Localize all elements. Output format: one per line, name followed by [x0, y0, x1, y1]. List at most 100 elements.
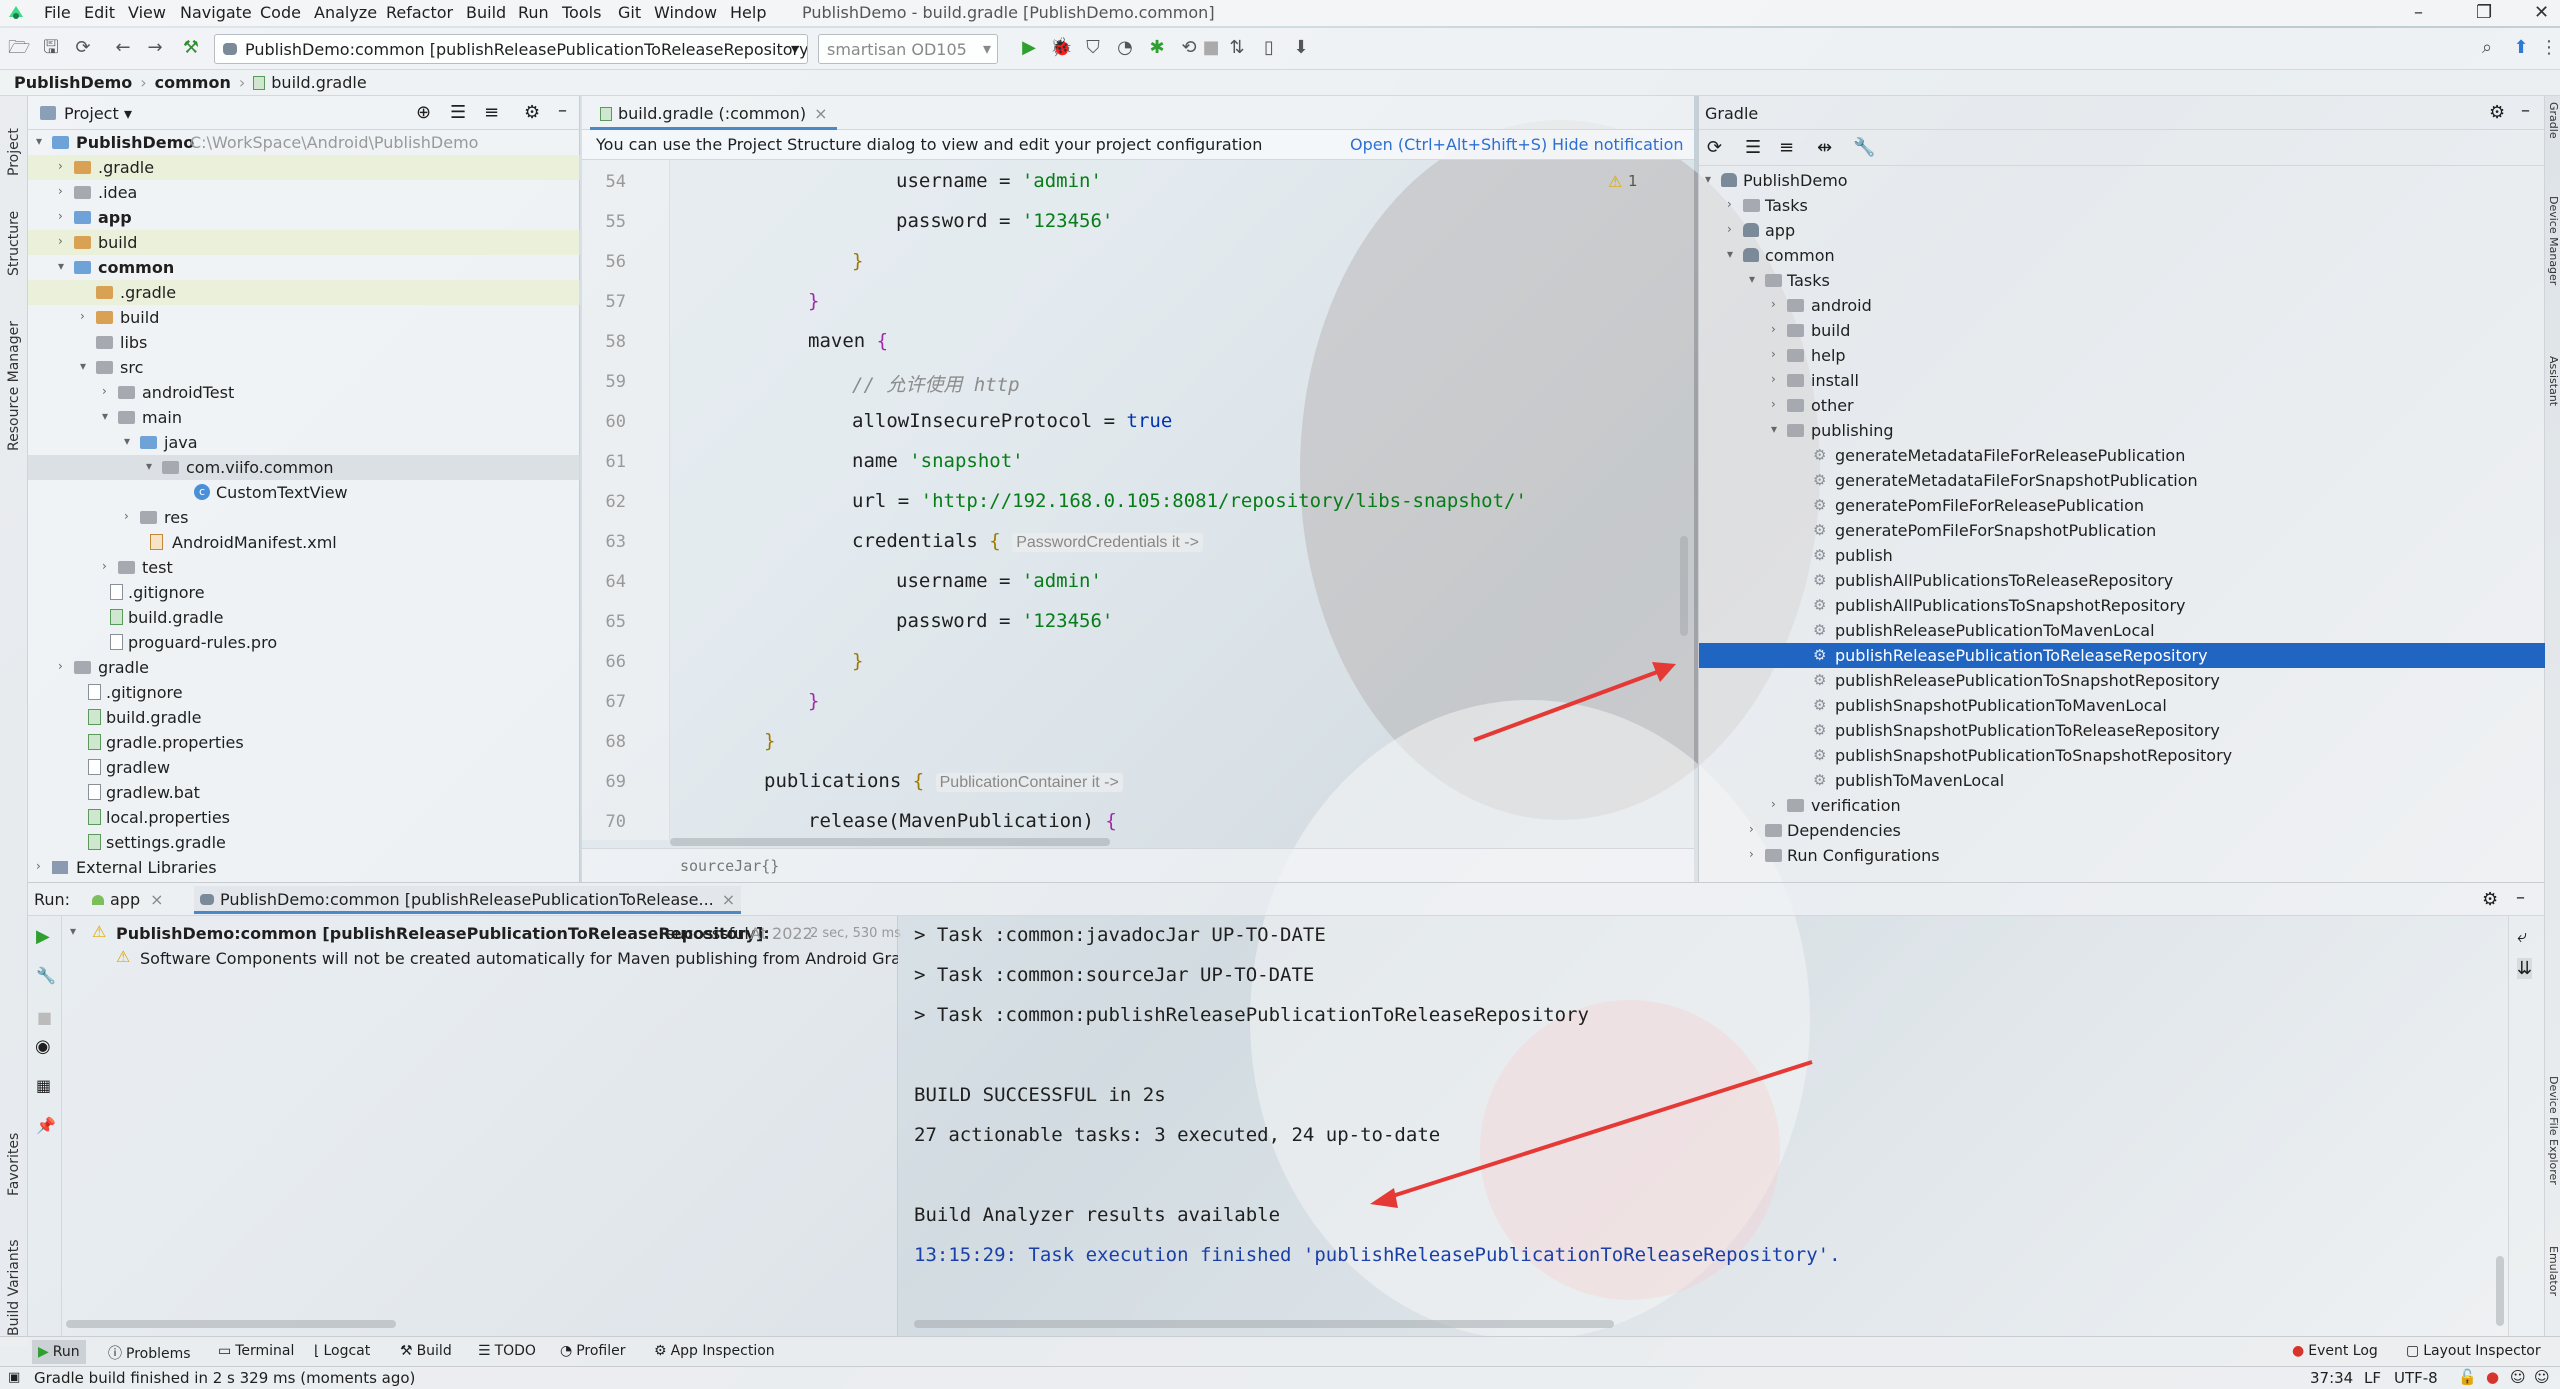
expand-all-icon[interactable]: ☰ — [450, 102, 466, 123]
hide-panel-icon[interactable]: – — [2521, 100, 2530, 121]
feedback-smiley-icon[interactable]: ☺ — [2510, 1368, 2526, 1386]
rerun-icon[interactable]: ▶ — [36, 926, 50, 947]
code-comment[interactable]: // 允许使用 http — [852, 370, 1020, 397]
expand-arrow-icon[interactable]: ▾ — [124, 434, 138, 448]
tool-terminal[interactable]: ▭ Terminal — [218, 1343, 294, 1359]
line-separator[interactable]: LF — [2364, 1369, 2381, 1387]
expand-all-icon[interactable]: ☰ — [1745, 137, 1761, 158]
stripe-device-file-explorer[interactable]: Device File Explorer — [2547, 1076, 2560, 1185]
expand-arrow-icon[interactable]: › — [102, 559, 116, 573]
stripe-project[interactable]: Project — [6, 106, 22, 176]
tree-row-src-dir[interactable]: ▾ src — [28, 355, 580, 380]
horizontal-scrollbar[interactable] — [914, 1320, 1614, 1328]
gradle-row-dependencies[interactable]: › Dependencies — [1699, 818, 2545, 843]
scroll-to-end-icon[interactable]: ⇊ — [2517, 958, 2533, 979]
sdk-manager-icon[interactable]: ⬇ — [1290, 37, 1312, 59]
file-encoding[interactable]: UTF-8 — [2394, 1369, 2438, 1387]
horizontal-scrollbar[interactable] — [66, 1320, 396, 1328]
tree-row-common-module[interactable]: ▾ common — [28, 255, 580, 280]
more-icon[interactable]: ⋮ — [2538, 37, 2560, 59]
status-message[interactable]: Gradle build finished in 2 s 329 ms (mom… — [34, 1369, 415, 1387]
gradle-refresh-icon[interactable]: ⟳ — [1707, 137, 1722, 158]
coverage-icon[interactable]: ⛉ — [1082, 37, 1104, 59]
open-folder-icon[interactable]: 🗁 — [8, 37, 30, 59]
code-line[interactable]: publications { PublicationContainer it -… — [764, 770, 1123, 792]
expand-arrow-icon[interactable]: ▾ — [1749, 272, 1763, 286]
gradle-row-help[interactable]: › help — [1699, 343, 2545, 368]
lock-icon[interactable]: 🔓 — [2458, 1368, 2477, 1386]
stripe-emulator[interactable]: Emulator — [2547, 1246, 2560, 1296]
tool-todo[interactable]: ☰ TODO — [478, 1343, 536, 1359]
tree-row-app-module[interactable]: › app — [28, 205, 580, 230]
tree-row-gradle-properties[interactable]: gradle.properties — [28, 730, 580, 755]
expand-arrow-icon[interactable]: › — [1727, 197, 1741, 211]
profile-icon[interactable]: ◔ — [1114, 37, 1136, 59]
tree-row-local-properties[interactable]: local.properties — [28, 805, 580, 830]
stripe-gradle[interactable]: Gradle — [2547, 102, 2560, 139]
code-line[interactable]: password = '123456' — [896, 210, 1113, 232]
expand-arrow-icon[interactable]: › — [80, 309, 94, 323]
hide-panel-icon[interactable]: – — [558, 100, 567, 121]
settings-gear-icon[interactable]: ⚙ — [524, 102, 540, 123]
vertical-scrollbar[interactable] — [1680, 536, 1688, 636]
menu-window[interactable]: Window — [654, 3, 717, 22]
tree-row-common-gradle-dir[interactable]: .gradle — [28, 280, 580, 305]
wrench-icon[interactable]: 🔧 — [36, 966, 56, 985]
gradle-row-publishing[interactable]: ▾ publishing — [1699, 418, 2545, 443]
tree-row-package[interactable]: ▾ com.viifo.common — [28, 455, 580, 480]
collapse-arrow-icon[interactable]: ▾ — [70, 924, 76, 938]
menu-build[interactable]: Build — [466, 3, 506, 22]
code-line[interactable]: username = 'admin' — [896, 570, 1102, 592]
expand-arrow-icon[interactable]: › — [58, 234, 72, 248]
breadcrumb-module[interactable]: common — [155, 73, 231, 92]
expand-arrow-icon[interactable]: ▾ — [1705, 172, 1719, 186]
code-line[interactable]: name 'snapshot' — [852, 450, 1024, 472]
tree-row-gradlew-bat[interactable]: gradlew.bat — [28, 780, 580, 805]
gradle-row-root[interactable]: ▾ PublishDemo — [1699, 168, 2545, 193]
gradle-row-other[interactable]: › other — [1699, 393, 2545, 418]
tree-row-project-root[interactable]: ▾ PublishDemo C:\WorkSpace\Android\Publi… — [28, 130, 580, 155]
caret-position[interactable]: 37:34 — [2310, 1369, 2353, 1387]
expand-arrow-icon[interactable]: ▾ — [80, 359, 94, 373]
menu-code[interactable]: Code — [260, 3, 301, 22]
horizontal-scrollbar[interactable] — [670, 838, 1110, 846]
code-line[interactable]: } — [852, 250, 863, 272]
menu-navigate[interactable]: Navigate — [180, 3, 252, 22]
project-view-select[interactable]: Project — [64, 104, 119, 123]
run-tab-config[interactable]: PublishDemo:common [publishReleasePublic… — [194, 886, 742, 914]
gradle-row-install[interactable]: › install — [1699, 368, 2545, 393]
gradle-task-row[interactable]: ⚙ generatePomFileForSnapshotPublication — [1699, 518, 2545, 543]
eye-icon[interactable]: ◉ — [35, 1036, 51, 1057]
expand-arrow-icon[interactable]: › — [124, 509, 138, 523]
device-manager-icon[interactable]: ▯ — [1258, 37, 1280, 59]
stripe-build-variants[interactable]: Build Variants — [6, 1216, 22, 1336]
menu-file[interactable]: File — [44, 3, 71, 22]
apply-changes-icon[interactable]: ⟲ — [1178, 37, 1200, 59]
build-warning-row[interactable]: ⚠ Software Components will not be create… — [62, 947, 898, 972]
close-icon[interactable]: ✕ — [2534, 2, 2549, 23]
debug-icon[interactable]: 🐞 — [1050, 37, 1072, 59]
close-tab-icon[interactable]: × — [814, 104, 827, 123]
expand-arrow-icon[interactable]: › — [1771, 322, 1785, 336]
update-icon[interactable]: ⬆ — [2510, 37, 2532, 59]
expand-arrow-icon[interactable]: ▾ — [1727, 247, 1741, 261]
tree-row-gradle-dir[interactable]: › .gradle — [28, 155, 580, 180]
restore-icon[interactable]: ❐ — [2476, 2, 2492, 23]
gradle-sync-icon[interactable]: ⇅ — [1226, 37, 1248, 59]
device-select[interactable]: smartisan OD105 ▾ — [818, 34, 998, 64]
menu-help[interactable]: Help — [730, 3, 766, 22]
tree-row-gradlew[interactable]: gradlew — [28, 755, 580, 780]
warning-icon[interactable]: ⚠ — [1608, 172, 1622, 191]
tree-row-idea-dir[interactable]: › .idea — [28, 180, 580, 205]
stripe-resource-manager[interactable]: Resource Manager — [6, 301, 22, 451]
run-icon[interactable]: ▶ — [1018, 37, 1040, 59]
build-result-row[interactable]: ▾ ⚠ PublishDemo:common [publishReleasePu… — [62, 922, 901, 947]
gradle-task-row[interactable]: ⚙ publish — [1699, 543, 2545, 568]
gradle-task-row[interactable]: ⚙ publishSnapshotPublicationToReleaseRepo… — [1699, 718, 2545, 743]
gradle-row-verification[interactable]: › verification — [1699, 793, 2545, 818]
hide-notification-link[interactable]: Hide notification — [1552, 135, 1684, 154]
open-project-structure-link[interactable]: Open (Ctrl+Alt+Shift+S) — [1350, 135, 1547, 154]
code-line[interactable]: password = '123456' — [896, 610, 1113, 632]
tree-row-androidtest-dir[interactable]: › androidTest — [28, 380, 580, 405]
expand-arrow-icon[interactable]: ▾ — [146, 459, 160, 473]
